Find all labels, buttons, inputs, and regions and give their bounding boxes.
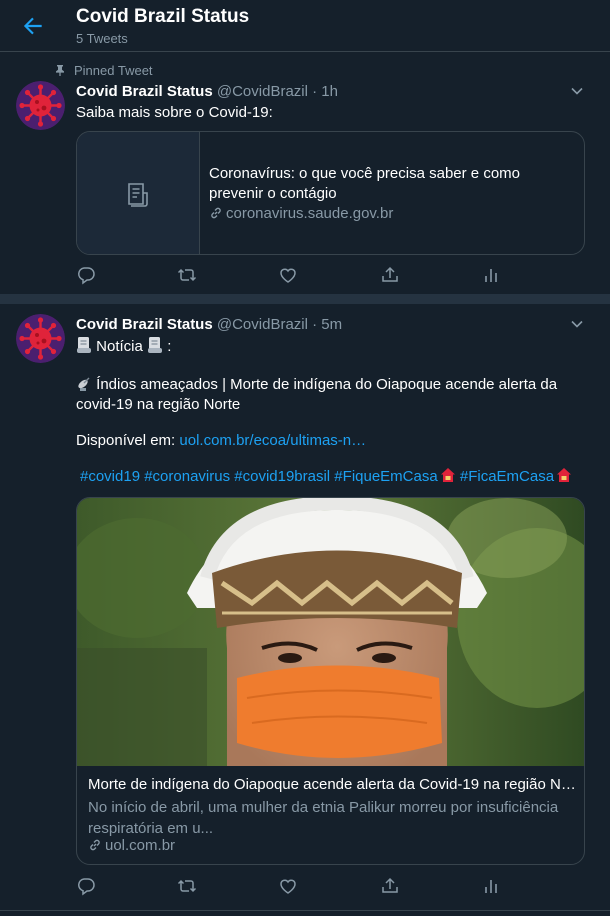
hashtag-list[interactable]: #covid19 #coronavirus #covid19brasil #Fi… — [80, 468, 438, 485]
virus-avatar-icon — [16, 81, 65, 130]
timestamp[interactable]: · 1h — [312, 83, 338, 100]
username[interactable]: @CovidBrazil — [217, 316, 308, 333]
page-header: Covid Brazil Status 5 Tweets — [0, 0, 610, 52]
reply-icon[interactable] — [76, 265, 96, 285]
card-thumbnail — [77, 132, 200, 254]
tweet-actions — [76, 876, 497, 896]
avatar[interactable] — [16, 81, 65, 130]
hashtags[interactable]: #covid19 #coronavirus #covid19brasil #Fi… — [80, 467, 572, 485]
link-card[interactable]: Coronavírus: o que você precisa saber e … — [76, 131, 585, 255]
house-emoji-icon — [557, 468, 572, 482]
document-icon — [128, 183, 148, 207]
share-icon[interactable] — [380, 876, 400, 896]
like-icon[interactable] — [278, 265, 298, 285]
tweet-header: Covid Brazil Status @CovidBrazil · 1h — [76, 83, 338, 100]
tweet-count: 5 Tweets — [76, 31, 128, 46]
card-url: coronavirus.saude.gov.br — [209, 205, 393, 222]
retweet-icon[interactable] — [177, 265, 197, 285]
link-icon — [90, 839, 100, 851]
link-icon — [211, 207, 221, 219]
pinned-label: Pinned Tweet — [54, 63, 153, 78]
card-title: Coronavírus: o que você precisa saber e … — [209, 165, 520, 202]
tweet-actions — [76, 265, 497, 285]
page-title: Covid Brazil Status — [76, 6, 250, 27]
available-line: Disponível em: uol.com.br/ecoa/ultimas-n… — [76, 431, 576, 451]
house-emoji-icon — [440, 468, 455, 482]
like-icon[interactable] — [278, 876, 298, 896]
card-url: uol.com.br — [88, 837, 175, 854]
available-label: Disponível em: — [76, 432, 176, 449]
share-icon[interactable] — [380, 265, 400, 285]
display-name[interactable]: Covid Brazil Status — [76, 83, 213, 100]
back-arrow-icon[interactable] — [20, 13, 46, 39]
article-card[interactable]: Morte de indígena do Oiapoque acende ale… — [76, 497, 585, 865]
retweet-icon[interactable] — [177, 876, 197, 896]
analytics-icon[interactable] — [481, 265, 501, 285]
display-name[interactable]: Covid Brazil Status — [76, 316, 213, 333]
tweet-text: Saiba mais sobre o Covid-19: — [76, 104, 273, 121]
timestamp[interactable]: · 5m — [312, 316, 342, 333]
tweet-text-line: Notícia : — [76, 336, 576, 357]
tweet-headline: Índios ameaçados | Morte de indígena do … — [76, 376, 558, 413]
card-title: Morte de indígena do Oiapoque acende ale… — [88, 776, 576, 793]
scroll-emoji-icon — [148, 337, 163, 353]
section-separator — [0, 294, 610, 304]
article-link[interactable]: uol.com.br/ecoa/ultimas-n… — [179, 432, 366, 449]
avatar[interactable] — [16, 314, 65, 363]
tweet-header: Covid Brazil Status @CovidBrazil · 5m — [76, 316, 342, 333]
notice-suffix: : — [167, 338, 172, 355]
reply-icon[interactable] — [76, 876, 96, 896]
card-description: No início de abril, uma mulher da etnia … — [88, 799, 559, 837]
hashtag-fica[interactable]: #FicaEmCasa — [460, 468, 554, 485]
notice-label: Notícia — [96, 338, 143, 355]
analytics-icon[interactable] — [481, 876, 501, 896]
article-photo — [77, 498, 584, 766]
virus-avatar-icon — [16, 314, 65, 363]
username[interactable]: @CovidBrazil — [217, 83, 308, 100]
scroll-emoji-icon — [77, 337, 91, 353]
satellite-emoji-icon — [78, 377, 90, 391]
chevron-down-icon[interactable] — [569, 316, 585, 332]
tweet-divider — [0, 910, 610, 911]
chevron-down-icon[interactable] — [569, 83, 585, 99]
pin-icon — [56, 65, 64, 76]
